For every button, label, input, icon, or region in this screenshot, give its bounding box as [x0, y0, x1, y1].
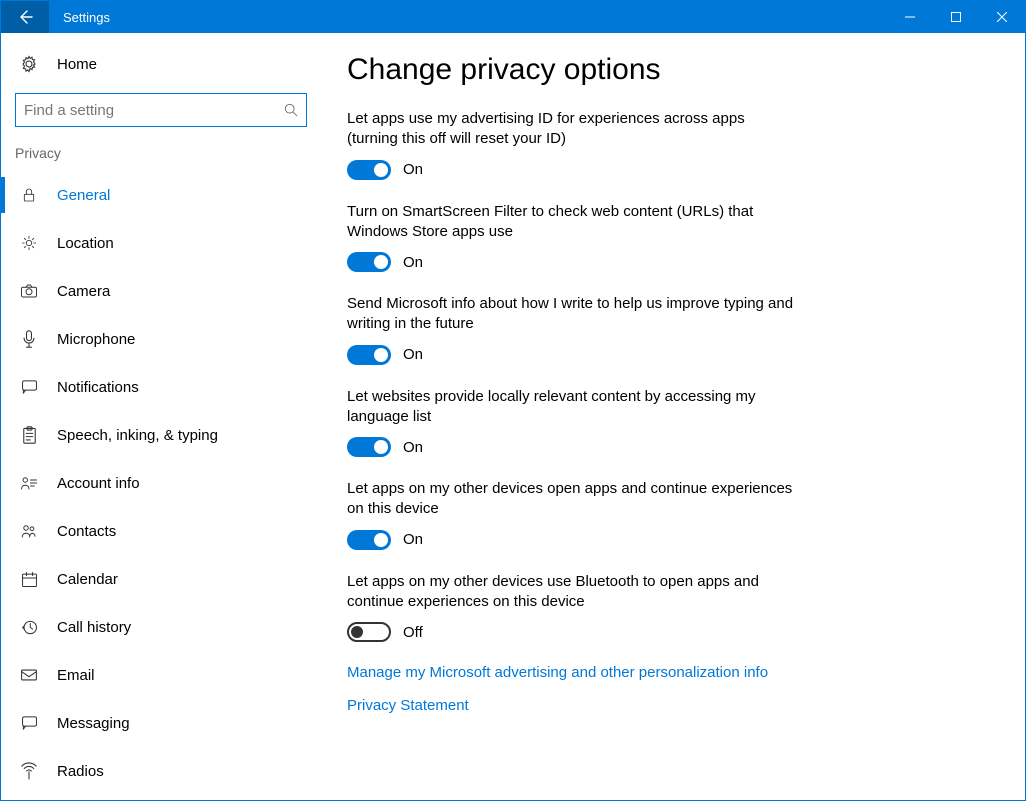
- toggle-state-label: On: [403, 254, 423, 271]
- setting-description: Turn on SmartScreen Filter to check web …: [347, 202, 797, 243]
- close-button[interactable]: [979, 1, 1025, 33]
- sidebar-item-calendar[interactable]: Calendar: [1, 555, 321, 603]
- minimize-icon: [905, 12, 915, 22]
- sidebar-item-microphone[interactable]: Microphone: [1, 315, 321, 363]
- sidebar-item-label: Radios: [57, 763, 104, 780]
- setting-4: Let apps on my other devices open apps a…: [347, 479, 797, 550]
- sidebar-item-location[interactable]: Location: [1, 219, 321, 267]
- toggle-switch[interactable]: [347, 530, 391, 550]
- setting-2: Send Microsoft info about how I write to…: [347, 294, 797, 365]
- maximize-button[interactable]: [933, 1, 979, 33]
- setting-description: Let apps on my other devices open apps a…: [347, 479, 797, 520]
- sidebar-item-label: Speech, inking, & typing: [57, 427, 218, 444]
- contacts-icon: [19, 523, 39, 539]
- setting-description: Let apps use my advertising ID for exper…: [347, 109, 797, 150]
- sidebar-item-label: General: [57, 187, 110, 204]
- sidebar-item-label: Camera: [57, 283, 110, 300]
- link-0[interactable]: Manage my Microsoft advertising and othe…: [347, 664, 985, 681]
- sidebar-item-messaging[interactable]: Messaging: [1, 699, 321, 747]
- setting-3: Let websites provide locally relevant co…: [347, 387, 797, 458]
- back-button[interactable]: [1, 1, 49, 33]
- titlebar: Settings: [1, 1, 1025, 33]
- setting-description: Let apps on my other devices use Bluetoo…: [347, 572, 797, 613]
- page-title: Change privacy options: [347, 53, 985, 87]
- back-arrow-icon: [17, 9, 33, 25]
- sidebar-item-email[interactable]: Email: [1, 651, 321, 699]
- sidebar-item-speech[interactable]: Speech, inking, & typing: [1, 411, 321, 459]
- setting-5: Let apps on my other devices use Bluetoo…: [347, 572, 797, 643]
- setting-description: Let websites provide locally relevant co…: [347, 387, 797, 428]
- sidebar-item-notifications[interactable]: Notifications: [1, 363, 321, 411]
- sidebar-section-label: Privacy: [1, 145, 321, 171]
- sidebar-item-label: Calendar: [57, 571, 118, 588]
- gear-icon: [19, 55, 39, 73]
- toggle-switch[interactable]: [347, 160, 391, 180]
- sidebar-item-radios[interactable]: Radios: [1, 747, 321, 795]
- sidebar-item-label: Microphone: [57, 331, 135, 348]
- home-label: Home: [57, 56, 97, 73]
- sidebar-item-label: Account info: [57, 475, 140, 492]
- toggle-state-label: On: [403, 346, 423, 363]
- sidebar-item-label: Location: [57, 235, 114, 252]
- mic-icon: [19, 330, 39, 348]
- toggle-switch[interactable]: [347, 252, 391, 272]
- sidebar-item-label: Contacts: [57, 523, 116, 540]
- setting-description: Send Microsoft info about how I write to…: [347, 294, 797, 335]
- clipboard-icon: [19, 426, 39, 444]
- main-panel: Change privacy options Let apps use my a…: [321, 33, 1025, 800]
- history-icon: [19, 619, 39, 636]
- home-nav[interactable]: Home: [1, 45, 321, 83]
- toggle-switch[interactable]: [347, 622, 391, 642]
- close-icon: [997, 12, 1007, 22]
- search-icon: [284, 103, 298, 117]
- chat-icon: [19, 715, 39, 731]
- sidebar: Home Privacy General Location Camera Microp…: [1, 33, 321, 800]
- toggle-state-label: Off: [403, 624, 423, 641]
- account-icon: [19, 475, 39, 491]
- link-1[interactable]: Privacy Statement: [347, 697, 985, 714]
- mail-icon: [19, 668, 39, 682]
- setting-1: Turn on SmartScreen Filter to check web …: [347, 202, 797, 273]
- search-input[interactable]: [24, 102, 284, 119]
- camera-icon: [19, 283, 39, 299]
- window-title: Settings: [49, 10, 887, 25]
- toggle-switch[interactable]: [347, 437, 391, 457]
- radios-icon: [19, 762, 39, 780]
- location-icon: [19, 235, 39, 251]
- sidebar-item-label: Messaging: [57, 715, 130, 732]
- toggle-state-label: On: [403, 531, 423, 548]
- toggle-switch[interactable]: [347, 345, 391, 365]
- toggle-state-label: On: [403, 161, 423, 178]
- sidebar-item-label: Email: [57, 667, 95, 684]
- search-box[interactable]: [15, 93, 307, 127]
- toggle-state-label: On: [403, 439, 423, 456]
- sidebar-item-label: Call history: [57, 619, 131, 636]
- sidebar-item-callhistory[interactable]: Call history: [1, 603, 321, 651]
- calendar-icon: [19, 571, 39, 588]
- setting-0: Let apps use my advertising ID for exper…: [347, 109, 797, 180]
- sidebar-item-camera[interactable]: Camera: [1, 267, 321, 315]
- sidebar-item-contacts[interactable]: Contacts: [1, 507, 321, 555]
- chat-icon: [19, 379, 39, 395]
- maximize-icon: [951, 12, 961, 22]
- window-controls: [887, 1, 1025, 33]
- sidebar-item-account[interactable]: Account info: [1, 459, 321, 507]
- minimize-button[interactable]: [887, 1, 933, 33]
- lock-icon: [19, 187, 39, 203]
- sidebar-item-label: Notifications: [57, 379, 139, 396]
- sidebar-item-general[interactable]: General: [1, 171, 321, 219]
